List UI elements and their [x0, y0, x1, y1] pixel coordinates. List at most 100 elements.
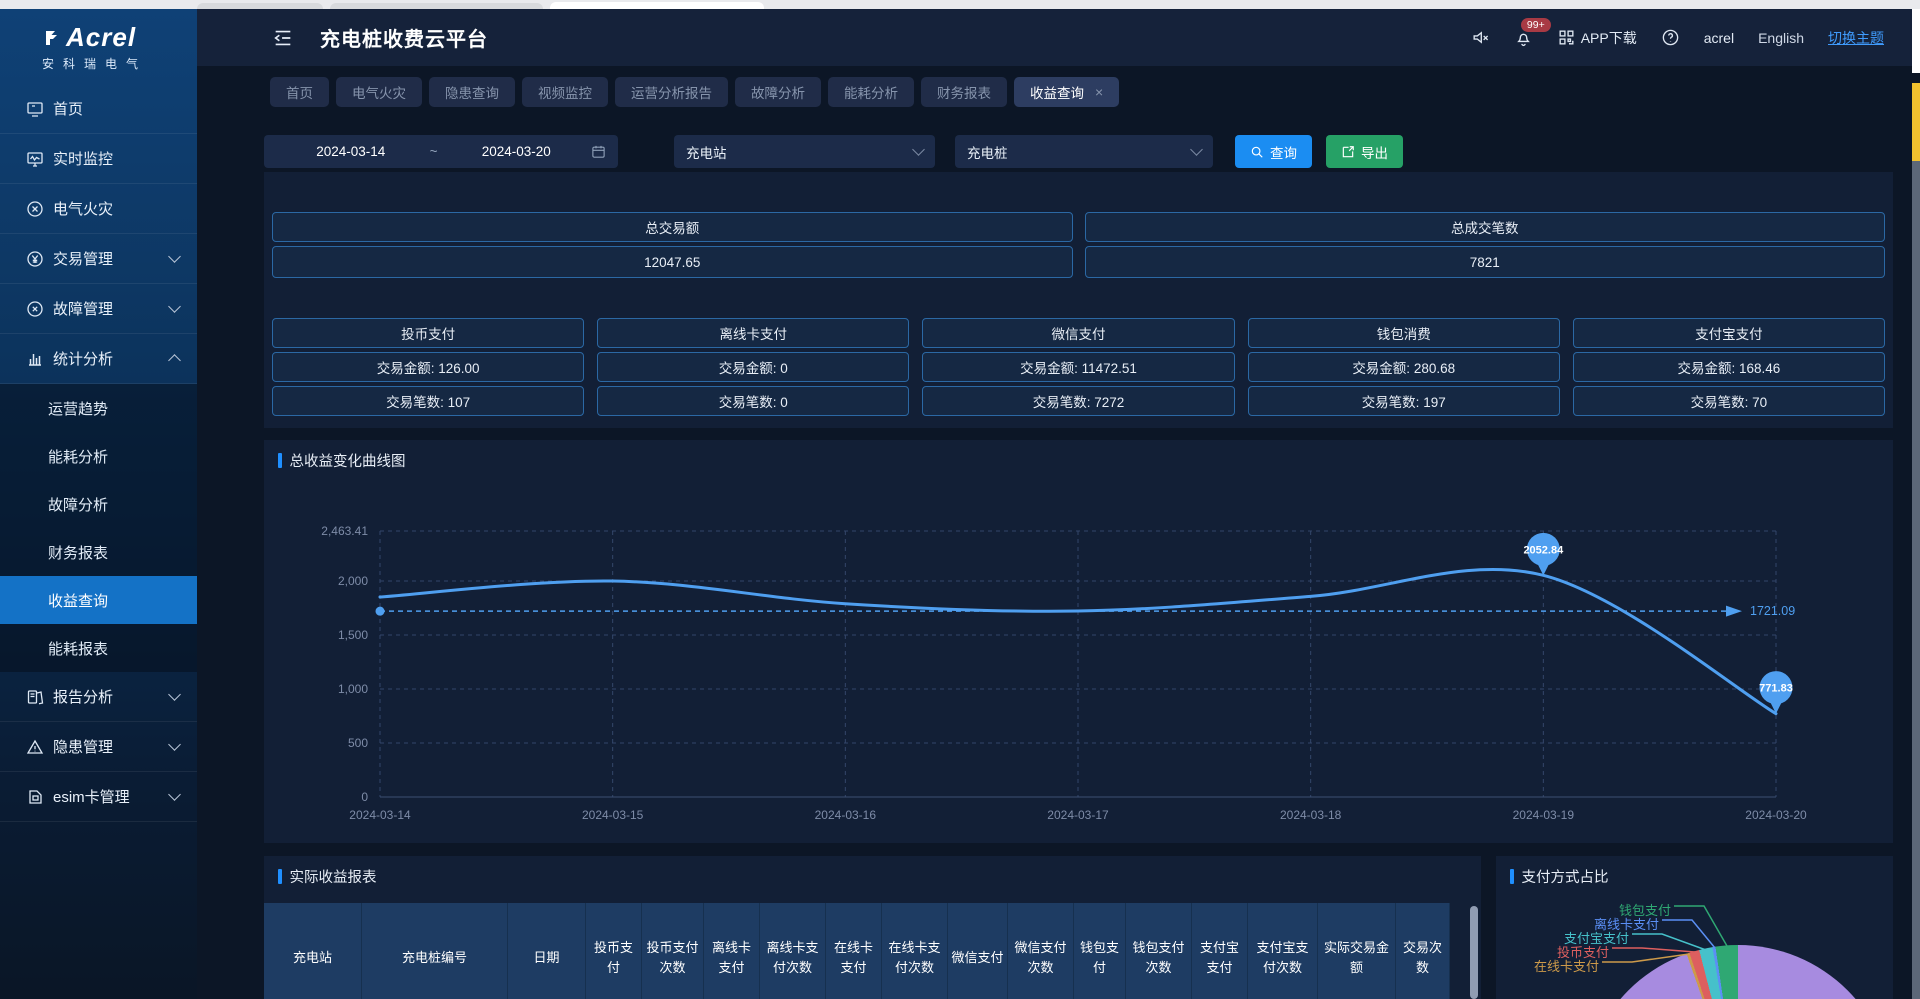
scrollbar-track[interactable]	[1912, 161, 1920, 999]
chevron-down-icon	[168, 300, 181, 313]
revenue-chart-panel: 总收益变化曲线图 05001,0001,5002,0002,463.412024…	[264, 440, 1893, 843]
payment-amount: 交易金额: 168.46	[1573, 352, 1885, 382]
svg-text:2024-03-15: 2024-03-15	[582, 808, 644, 822]
chevron-down-icon	[912, 143, 925, 156]
notification-badge: 99+	[1521, 18, 1551, 32]
payment-share-panel: 支付方式占比 钱包支付离线卡支付支付宝支付投币支付在线卡支付	[1496, 856, 1893, 999]
sidebar-item-隐患管理[interactable]: 隐患管理	[0, 722, 197, 772]
svg-text:2052.84: 2052.84	[1523, 544, 1564, 556]
sidebar-item-首页[interactable]: 首页	[0, 84, 197, 134]
table-header-离线卡支付: 离线卡支付	[704, 903, 760, 999]
payment-cards-row: 投币支付交易金额: 126.00交易笔数: 107离线卡支付交易金额: 0交易笔…	[264, 278, 1893, 420]
total-count-label: 总成交笔数	[1085, 212, 1886, 242]
payment-card-钱包消费: 钱包消费交易金额: 280.68交易笔数: 197	[1248, 318, 1560, 420]
table-header-离线卡支付次数: 离线卡支付次数	[760, 903, 826, 999]
payment-title: 微信支付	[922, 318, 1234, 348]
sidebar-subitem-能耗分析[interactable]: 能耗分析	[0, 432, 197, 480]
date-separator: ~	[426, 144, 442, 159]
sidebar-subitem-收益查询[interactable]: 收益查询	[0, 576, 197, 624]
scrollbar-top-area	[1912, 9, 1920, 73]
sidebar-item-统计分析[interactable]: 统计分析	[0, 334, 197, 384]
help-icon[interactable]	[1661, 28, 1680, 47]
tab-故障分析[interactable]: 故障分析	[735, 77, 821, 107]
revenue-line-chart: 05001,0001,5002,0002,463.412024-03-14202…	[264, 468, 1893, 843]
chart-section-title: 总收益变化曲线图	[264, 440, 1893, 471]
svg-text:2,000: 2,000	[338, 574, 368, 588]
chevron-down-icon	[168, 688, 181, 701]
tab-首页[interactable]: 首页	[270, 77, 329, 107]
svg-text:2,463.41: 2,463.41	[321, 524, 368, 538]
payment-count: 交易笔数: 197	[1248, 386, 1560, 416]
browser-tab-active	[550, 2, 764, 9]
table-header-钱包支付次数: 钱包支付次数	[1126, 903, 1192, 999]
table-scrollbar-thumb[interactable]	[1470, 906, 1478, 999]
menu-fold-icon[interactable]	[272, 27, 294, 49]
search-icon	[1250, 145, 1264, 159]
sidebar-subitem-能耗报表[interactable]: 能耗报表	[0, 624, 197, 672]
payment-amount: 交易金额: 280.68	[1248, 352, 1560, 382]
sidebar-item-故障管理[interactable]: 故障管理	[0, 284, 197, 334]
table-header-微信支付次数: 微信支付次数	[1008, 903, 1074, 999]
station-select[interactable]: 充电站	[674, 135, 935, 168]
language-switch[interactable]: English	[1758, 30, 1804, 46]
tab-电气火灾[interactable]: 电气火灾	[336, 77, 422, 107]
page-scrollbar	[1912, 9, 1920, 999]
page-title: 充电桩收费云平台	[320, 23, 488, 52]
svg-text:2024-03-14: 2024-03-14	[349, 808, 411, 822]
payment-count: 交易笔数: 0	[597, 386, 909, 416]
payment-card-投币支付: 投币支付交易金额: 126.00交易笔数: 107	[272, 318, 584, 420]
date-start-input[interactable]: 2024-03-14	[276, 144, 426, 159]
date-range-picker[interactable]: 2024-03-14 ~ 2024-03-20	[264, 135, 618, 168]
close-icon[interactable]: ×	[1095, 84, 1103, 100]
scrollbar-thumb[interactable]	[1912, 83, 1920, 161]
total-amount-label: 总交易额	[272, 212, 1073, 242]
payment-count: 交易笔数: 70	[1573, 386, 1885, 416]
pile-select[interactable]: 充电桩	[955, 135, 1213, 168]
mute-icon[interactable]	[1471, 28, 1490, 47]
svg-text:2024-03-19: 2024-03-19	[1513, 808, 1575, 822]
svg-text:0: 0	[361, 790, 368, 804]
tab-能耗分析[interactable]: 能耗分析	[828, 77, 914, 107]
svg-text:1,500: 1,500	[338, 628, 368, 642]
table-header-钱包支付: 钱包支付	[1074, 903, 1126, 999]
payment-title: 支付宝支付	[1573, 318, 1885, 348]
sidebar-subitem-故障分析[interactable]: 故障分析	[0, 480, 197, 528]
pie-label-在线卡支付: 在线卡支付	[1534, 956, 1599, 975]
table-header-在线卡支付: 在线卡支付	[826, 903, 882, 999]
table-header-微信支付: 微信支付	[948, 903, 1008, 999]
table-header-投币支付: 投币支付	[586, 903, 642, 999]
sidebar-item-esim卡管理[interactable]: esim卡管理	[0, 772, 197, 822]
svg-text:2024-03-17: 2024-03-17	[1047, 808, 1109, 822]
app-download-button[interactable]: APP下载	[1557, 28, 1637, 48]
sim-icon	[26, 788, 44, 806]
payment-title: 离线卡支付	[597, 318, 909, 348]
tab-视频监控[interactable]: 视频监控	[522, 77, 608, 107]
sidebar-item-报告分析[interactable]: 报告分析	[0, 672, 197, 722]
sidebar-item-交易管理[interactable]: 交易管理	[0, 234, 197, 284]
sidebar-item-电气火灾[interactable]: 电气火灾	[0, 184, 197, 234]
fault-icon	[26, 300, 44, 318]
warning-icon	[26, 738, 44, 756]
tab-隐患查询[interactable]: 隐患查询	[429, 77, 515, 107]
chevron-up-icon	[168, 354, 181, 367]
sidebar-subitem-运营趋势[interactable]: 运营趋势	[0, 384, 197, 432]
table-header-日期: 日期	[508, 903, 586, 999]
tab-收益查询[interactable]: 收益查询×	[1014, 77, 1119, 107]
tab-财务报表[interactable]: 财务报表	[921, 77, 1007, 107]
title-accent-bar	[278, 869, 282, 884]
sidebar-submenu: 运营趋势能耗分析故障分析财务报表收益查询能耗报表	[0, 384, 197, 672]
revenue-table-panel: 实际收益报表 充电站充电桩编号日期投币支付投币支付次数离线卡支付离线卡支付次数在…	[264, 856, 1481, 999]
query-button[interactable]: 查询	[1235, 135, 1312, 168]
browser-strip	[0, 0, 1920, 9]
title-accent-bar	[278, 453, 282, 468]
notification-bell-icon[interactable]: 99+	[1514, 28, 1533, 47]
sidebar-subitem-财务报表[interactable]: 财务报表	[0, 528, 197, 576]
payment-card-微信支付: 微信支付交易金额: 11472.51交易笔数: 7272	[922, 318, 1234, 420]
export-button[interactable]: 导出	[1326, 135, 1403, 168]
date-end-input[interactable]: 2024-03-20	[441, 144, 591, 159]
sidebar-item-实时监控[interactable]: 实时监控	[0, 134, 197, 184]
username[interactable]: acrel	[1704, 30, 1734, 46]
payment-card-支付宝支付: 支付宝支付交易金额: 168.46 交易笔数: 70	[1573, 318, 1885, 420]
tab-运营分析报告[interactable]: 运营分析报告	[615, 77, 728, 107]
theme-switch-link[interactable]: 切换主题	[1828, 28, 1884, 48]
